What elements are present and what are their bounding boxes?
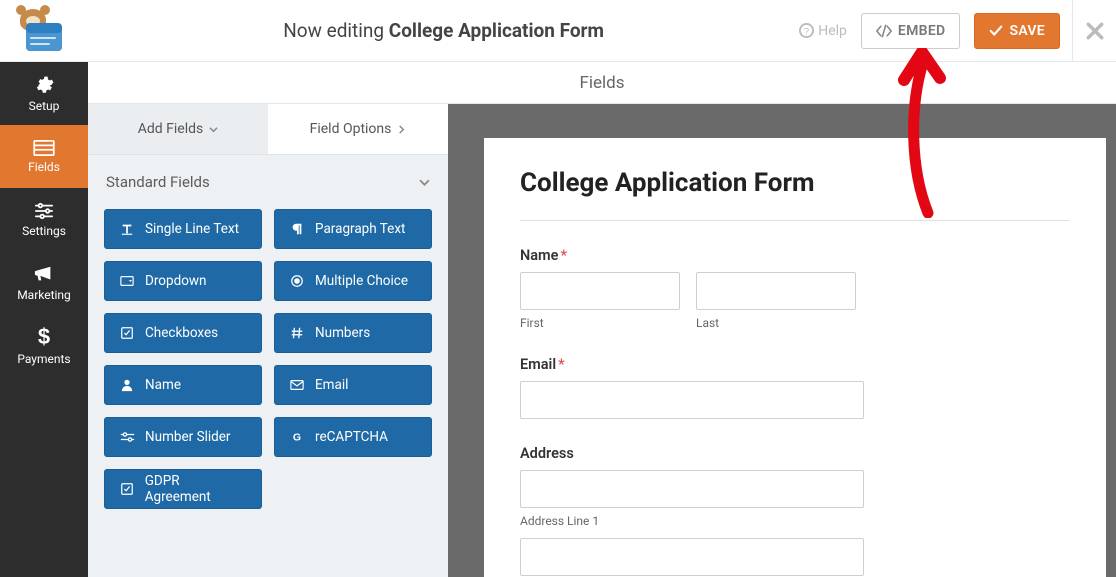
save-button[interactable]: SAVE	[974, 13, 1060, 49]
last-name-input[interactable]	[696, 272, 856, 310]
app-logo	[0, 9, 88, 53]
chevron-down-icon	[209, 125, 218, 134]
panel-title: Fields	[88, 62, 1116, 104]
field-email[interactable]: Email	[274, 365, 432, 405]
header-title: Now editing College Application Form	[88, 19, 799, 42]
checkbox-icon	[119, 482, 135, 496]
recaptcha-icon: G	[289, 430, 305, 444]
sidebar-item-settings[interactable]: Settings	[0, 188, 88, 251]
field-dropdown[interactable]: Dropdown	[104, 261, 262, 301]
header-bar: Now editing College Application Form ? H…	[0, 0, 1116, 62]
chevron-down-icon	[419, 177, 430, 188]
field-numbers[interactable]: Numbers	[274, 313, 432, 353]
builder-area: Fields Add Fields Field Options	[88, 62, 1116, 577]
sidebar-item-fields[interactable]: Fields	[0, 125, 88, 188]
close-icon	[1086, 22, 1104, 40]
email-input[interactable]	[520, 381, 864, 419]
standard-fields-section[interactable]: Standard Fields	[88, 155, 448, 209]
tab-add-fields[interactable]: Add Fields	[88, 104, 268, 154]
dropdown-icon	[119, 274, 135, 288]
svg-text:G: G	[293, 432, 301, 444]
sidebar-item-marketing[interactable]: Marketing	[0, 251, 88, 314]
form-icon	[33, 140, 55, 156]
now-editing-label: Now editing	[283, 19, 384, 42]
email-icon	[289, 379, 305, 391]
field-email-preview[interactable]: Email*	[520, 356, 1070, 419]
help-link[interactable]: ? Help	[799, 23, 847, 39]
gear-icon	[34, 75, 54, 95]
field-single-line-text[interactable]: Single Line Text	[104, 209, 262, 249]
preview-area: College Application Form Name* First Las…	[448, 104, 1116, 577]
field-address-preview[interactable]: Address Address Line 1 Address Line 2	[520, 445, 1070, 577]
text-icon	[119, 222, 135, 236]
radio-icon	[289, 274, 305, 288]
field-number-slider[interactable]: Number Slider	[104, 417, 262, 457]
field-checkboxes[interactable]: Checkboxes	[104, 313, 262, 353]
close-button[interactable]	[1072, 0, 1116, 62]
field-name-preview[interactable]: Name* First Last	[520, 247, 1070, 330]
chevron-right-icon	[397, 125, 406, 134]
preview-form-title: College Application Form	[520, 168, 1070, 221]
field-recaptcha[interactable]: GreCAPTCHA	[274, 417, 432, 457]
first-name-input[interactable]	[520, 272, 680, 310]
paragraph-icon	[289, 222, 305, 236]
field-panel-tabs: Add Fields Field Options	[88, 104, 448, 155]
form-preview[interactable]: College Application Form Name* First Las…	[484, 138, 1106, 577]
required-mark: *	[560, 247, 567, 264]
field-name[interactable]: Name	[104, 365, 262, 405]
megaphone-icon	[33, 264, 55, 284]
sidebar-item-payments[interactable]: $ Payments	[0, 314, 88, 377]
field-paragraph-text[interactable]: Paragraph Text	[274, 209, 432, 249]
sidebar-nav: Setup Fields Settings Marketing $ Paymen…	[0, 62, 88, 577]
embed-button[interactable]: EMBED	[861, 13, 961, 49]
form-name: College Application Form	[389, 19, 604, 42]
svg-text:$: $	[38, 326, 50, 348]
svg-text:?: ?	[804, 26, 809, 36]
sliders-icon	[34, 202, 54, 220]
checkbox-icon	[119, 326, 135, 340]
field-multiple-choice[interactable]: Multiple Choice	[274, 261, 432, 301]
slider-icon	[119, 431, 135, 443]
user-icon	[119, 378, 135, 392]
address-line1-input[interactable]	[520, 470, 864, 508]
required-mark: *	[558, 356, 565, 373]
address-line2-input[interactable]	[520, 538, 864, 576]
code-icon	[876, 24, 892, 38]
fields-panel: Add Fields Field Options Standard Fields	[88, 104, 448, 577]
hash-icon	[289, 326, 305, 340]
dollar-icon: $	[37, 326, 51, 348]
field-gdpr-agreement[interactable]: GDPR Agreement	[104, 469, 262, 509]
tab-field-options[interactable]: Field Options	[268, 104, 448, 154]
check-icon	[989, 24, 1003, 38]
sidebar-item-setup[interactable]: Setup	[0, 62, 88, 125]
help-icon: ?	[799, 23, 814, 38]
